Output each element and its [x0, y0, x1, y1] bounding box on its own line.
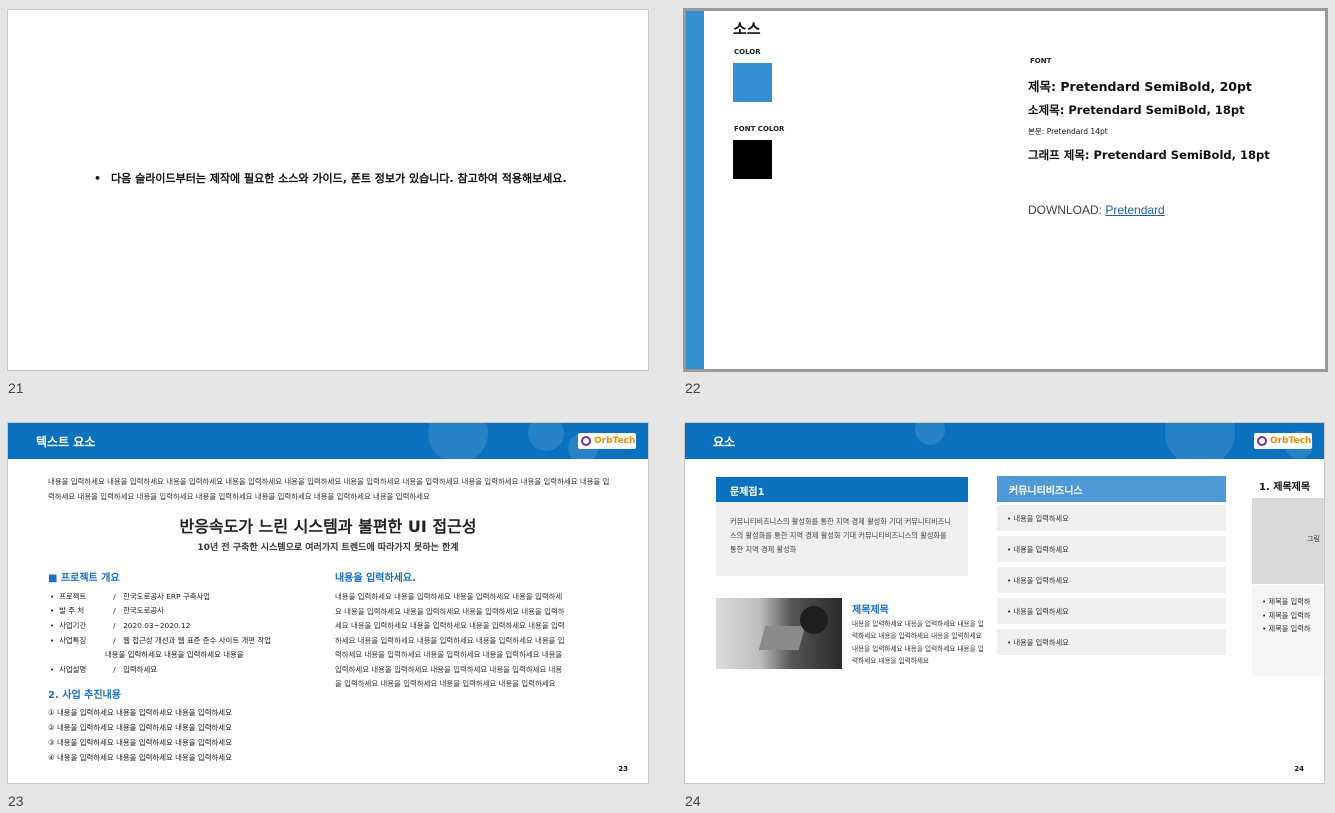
community-item: • 내용을 입력하세요: [997, 536, 1226, 562]
overview-row: • 발 주 처 / 한국도로공사: [50, 606, 164, 615]
headline: 반응속도가 느린 시스템과 불편한 UI 접근성: [179, 517, 477, 536]
logo-text: OrbTech: [594, 436, 636, 446]
overview-row-continued: 내용을 입력하세요 내용을 입력하세요 내용을: [105, 650, 244, 659]
community-header: 커뮤니티비즈니스: [997, 476, 1226, 502]
photo-text: 내용을 입력하세요 내용을 입력하세요 내용을 입력하세요 내용을 입력하세요 …: [852, 620, 984, 666]
community-item: • 내용을 입력하세요: [997, 505, 1226, 531]
font-title-spec: 제목: Pretendard SemiBold, 20pt: [1028, 79, 1252, 94]
font-color-swatch: [733, 140, 772, 179]
image-placeholder-label: 그림: [1307, 535, 1320, 543]
intro-text: 내용을 입력하세요 내용을 입력하세요 내용을 입력하세요 내용을 입력하세요 …: [48, 477, 610, 501]
download-label: DOWNLOAD:: [1028, 203, 1103, 217]
font-color-label: FONT COLOR: [734, 125, 785, 133]
slide-22-thumbnail[interactable]: 소스 COLOR FONT COLOR FONT 제목: Pretendard …: [683, 8, 1328, 372]
header-bubble: [1165, 423, 1235, 459]
color-swatch: [733, 63, 772, 102]
problem-box-text: 커뮤니티비즈니스의 활성화를 통한 지역 경제 활성화 기대 커뮤니티비즈니스의…: [730, 517, 951, 554]
progress-step: ① 내용을 입력하세요 내용을 입력하세요 내용을 입력하세요: [48, 708, 232, 717]
slide-21-bullet-text: 다음 슬라이드부터는 제작에 필요한 소스와 가이드, 폰트 정보가 있습니다.…: [111, 172, 567, 185]
slide-number-21: 21: [8, 380, 24, 396]
right-list: • 제목을 입력하 • 제목을 입력하 • 제목을 입력하: [1252, 585, 1324, 676]
slide-21-thumbnail[interactable]: • 다음 슬라이드부터는 제작에 필요한 소스와 가이드, 폰트 정보가 있습니다…: [7, 9, 649, 371]
logo-ring-icon: [1257, 436, 1267, 446]
header-title: 텍스트 요소: [36, 435, 96, 449]
slide-number-24: 24: [685, 793, 701, 809]
section-business-progress: 2. 사업 추진내용: [48, 690, 121, 701]
community-item: • 내용을 입력하세요: [997, 567, 1226, 593]
logo-ring-icon: [581, 436, 591, 446]
header-bubble: [528, 423, 564, 451]
orbtech-logo: OrbTech: [578, 433, 636, 449]
font-graph-spec: 그래프 제목: Pretendard SemiBold, 18pt: [1028, 148, 1270, 162]
right-paragraph: 내용을 입력하세요 내용을 입력하세요 내용을 입력하세요 내용을 입력하세요 …: [335, 592, 565, 688]
font-body-spec: 본문: Pretendard 14pt: [1028, 127, 1108, 136]
header-bubble: [915, 423, 945, 445]
logo-text: OrbTech: [1270, 436, 1312, 446]
slide-header: 텍스트 요소 OrbTech: [8, 423, 648, 459]
download-line: DOWNLOAD: Pretendard: [1028, 203, 1165, 217]
slide-24-thumbnail[interactable]: 요소 OrbTech 문제점1 커뮤니티비즈니스의 활성화를 통한 지역 경제 …: [684, 422, 1325, 784]
slide-21-bullet: • 다음 슬라이드부터는 제작에 필요한 소스와 가이드, 폰트 정보가 있습니다…: [94, 172, 567, 185]
font-label: FONT: [1030, 57, 1052, 65]
right-list-item: • 제목을 입력하: [1262, 597, 1311, 606]
community-item: • 내용을 입력하세요: [997, 629, 1226, 655]
slide-header: 요소 OrbTech: [685, 423, 1324, 459]
laptop-shape: [758, 626, 806, 650]
right-list-item: • 제목을 입력하: [1262, 624, 1311, 633]
problem-box: 문제점1 커뮤니티비즈니스의 활성화를 통한 지역 경제 활성화 기대 커뮤니티…: [716, 477, 968, 576]
accent-bar: [686, 11, 704, 369]
person-shape: [800, 606, 828, 634]
slide-number-22: 22: [685, 380, 701, 396]
subheadline: 10년 전 구축한 시스템으로 여러가지 트렌드에 따라가지 못하는 한계: [197, 543, 459, 553]
color-label: COLOR: [734, 48, 761, 56]
overview-row: • 프로젝트 / 한국도로공사 ERP 구축사업: [50, 592, 211, 601]
community-item: • 내용을 입력하세요: [997, 598, 1226, 624]
progress-step: ② 내용을 입력하세요 내용을 입력하세요 내용을 입력하세요: [48, 723, 232, 732]
image-placeholder: 그림: [1252, 498, 1324, 584]
font-subtitle-spec: 소제목: Pretendard SemiBold, 18pt: [1028, 103, 1245, 117]
problem-box-title: 문제점1: [716, 477, 968, 502]
slide-22-title: 소스: [733, 20, 761, 38]
page-number: 24: [1294, 765, 1304, 773]
overview-row: • 사업기간/2020.03~2020.12: [50, 621, 191, 630]
section-project-overview: ■ 프로젝트 개요: [48, 573, 120, 584]
office-photo: [716, 598, 842, 669]
overview-row: • 사업특징 / 웹 접근성 개선과 웹 표준 준수 사이트 개편 작업: [50, 636, 272, 645]
photo-title: 제목제목: [852, 605, 889, 616]
progress-step: ③ 내용을 입력하세요 내용을 입력하세요 내용을 입력하세요: [48, 738, 232, 747]
header-title: 요소: [713, 435, 736, 449]
right-title: 1. 제목제목: [1259, 482, 1311, 493]
slide-23-thumbnail[interactable]: 텍스트 요소 OrbTech 내용을 입력하세요 내용을 입력하세요 내용을 입…: [7, 422, 649, 784]
right-section-title: 내용을 입력하세요.: [335, 573, 416, 584]
header-bubble: [428, 423, 488, 459]
page-number: 23: [618, 765, 628, 773]
progress-step: ④ 내용을 입력하세요 내용을 입력하세요 내용을 입력하세요: [48, 753, 232, 762]
slide-number-23: 23: [8, 793, 24, 809]
orbtech-logo: OrbTech: [1254, 433, 1312, 449]
right-list-item: • 제목을 입력하: [1262, 610, 1311, 620]
pretendard-link[interactable]: Pretendard: [1105, 203, 1164, 217]
overview-row: • 사업설명 / 입력하세요: [50, 665, 158, 674]
